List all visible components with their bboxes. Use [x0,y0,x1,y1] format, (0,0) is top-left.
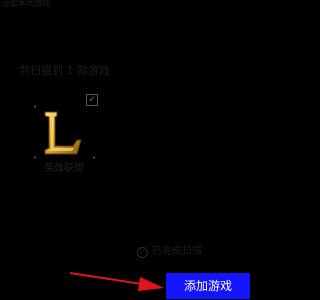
game-item[interactable]: • • • ✓ 英雄联盟 [30,94,98,180]
selection-corner-icon: • [33,154,38,162]
add-game-button[interactable]: 添加游戏 [166,273,250,299]
selection-corner-icon: • [92,154,97,162]
scan-status: ✓ 已完成扫描 [137,246,202,258]
game-name: 英雄联盟 [44,163,84,174]
league-of-legends-logo-icon [44,111,82,155]
check-circle-icon: ✓ [137,246,148,258]
scan-summary: 共扫描到 1 款游戏 [19,64,110,77]
selection-corner-icon: • [33,103,38,111]
annotation-arrow-icon [69,272,164,291]
game-checkbox[interactable]: ✓ [86,94,98,106]
status-text: 已完成扫描 [152,246,202,257]
window-title: 添加本地游戏 [2,0,50,8]
